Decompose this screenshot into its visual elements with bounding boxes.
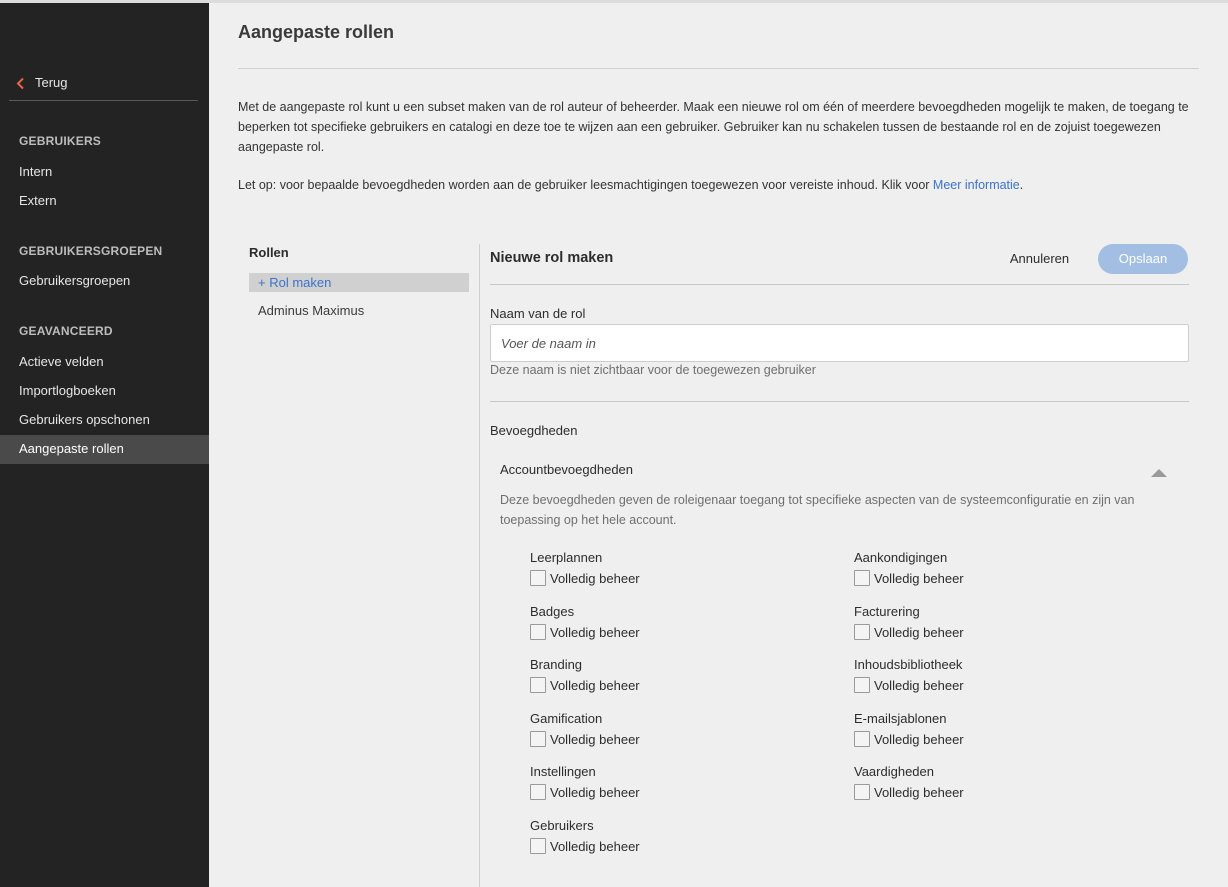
page-title: Aangepaste rollen	[238, 22, 395, 42]
checkbox[interactable]	[854, 570, 870, 586]
permission-category: Facturering	[854, 604, 920, 619]
full-control-checkbox-row[interactable]: Volledig beheer	[530, 675, 830, 695]
full-control-checkbox-row[interactable]: Volledig beheer	[854, 568, 1154, 588]
create-role-item[interactable]: + Rol maken	[249, 273, 469, 292]
sidebar-item-cleanup-users[interactable]: Gebruikers opschonen	[0, 406, 209, 435]
role-name-input[interactable]	[490, 324, 1189, 362]
back-link[interactable]: Terug	[9, 75, 198, 101]
permission-aankondigingen: Aankondigingen Volledig beheer	[854, 549, 1154, 588]
checkbox-label: Volledig beheer	[550, 838, 640, 854]
permission-category: Gamification	[530, 711, 603, 726]
sidebar-item-import-logs[interactable]: Importlogboeken	[0, 377, 209, 406]
checkbox-label: Volledig beheer	[874, 570, 964, 586]
role-item-adminus-maximus[interactable]: Adminus Maximus	[258, 303, 364, 318]
checkbox-label: Volledig beheer	[874, 624, 964, 640]
permission-inhoudsbibliotheek: Inhoudsbibliotheek Volledig beheer	[854, 656, 1154, 695]
title-divider	[238, 68, 1199, 69]
permission-category: Vaardigheden	[854, 764, 934, 779]
permission-facturering: Facturering Volledig beheer	[854, 603, 1154, 642]
collapse-up-icon[interactable]	[1150, 466, 1168, 477]
checkbox[interactable]	[530, 838, 546, 854]
checkbox-label: Volledig beheer	[550, 731, 640, 747]
permission-category: Branding	[530, 657, 583, 672]
section-title-users: GEBRUIKERS	[19, 134, 102, 148]
checkbox-label: Volledig beheer	[874, 677, 964, 693]
permission-vaardigheden: Vaardigheden Volledig beheer	[854, 763, 1154, 802]
permission-branding: Branding Volledig beheer	[530, 656, 830, 695]
full-control-checkbox-row[interactable]: Volledig beheer	[854, 675, 1154, 695]
section-title-advanced: GEAVANCEERD	[19, 324, 113, 338]
save-button[interactable]: Opslaan	[1098, 244, 1188, 274]
form-header-divider	[490, 284, 1189, 285]
sidebar-item-custom-roles[interactable]: Aangepaste rollen	[0, 435, 209, 464]
permission-category: Gebruikers	[530, 818, 594, 833]
full-control-checkbox-row[interactable]: Volledig beheer	[854, 622, 1154, 642]
permission-category: E-mailsjablonen	[854, 711, 947, 726]
role-name-helper: Deze naam is niet zichtbaar voor de toeg…	[490, 363, 816, 377]
chevron-left-icon	[9, 75, 31, 90]
section-title-usergroups: GEBRUIKERSGROEPEN	[19, 244, 163, 258]
checkbox[interactable]	[854, 784, 870, 800]
account-permissions-title: Accountbevoegdheden	[500, 462, 634, 477]
back-label: Terug	[35, 75, 68, 90]
form-title: Nieuwe rol maken	[490, 250, 614, 266]
more-info-link[interactable]: Meer informatie	[933, 178, 1020, 192]
permission-gebruikers: Gebruikers Volledig beheer	[530, 817, 830, 856]
full-control-checkbox-row[interactable]: Volledig beheer	[530, 782, 830, 802]
note-prefix: Let op: voor bepaalde bevoegdheden worde…	[238, 178, 933, 192]
sidebar-item-usergroups[interactable]: Gebruikersgroepen	[0, 267, 209, 296]
checkbox-label: Volledig beheer	[874, 731, 964, 747]
sidebar-item-active-fields[interactable]: Actieve velden	[0, 348, 209, 377]
checkbox[interactable]	[854, 677, 870, 693]
permission-badges: Badges Volledig beheer	[530, 603, 830, 642]
checkbox[interactable]	[530, 731, 546, 747]
checkbox[interactable]	[530, 784, 546, 800]
checkbox-label: Volledig beheer	[550, 624, 640, 640]
checkbox[interactable]	[854, 624, 870, 640]
full-control-checkbox-row[interactable]: Volledig beheer	[530, 729, 830, 749]
sidebar-item-intern[interactable]: Intern	[0, 158, 209, 187]
sidebar: Terug GEBRUIKERS Intern Extern GEBRUIKER…	[0, 3, 209, 887]
role-name-label: Naam van de rol	[490, 306, 586, 321]
full-control-checkbox-row[interactable]: Volledig beheer	[854, 782, 1154, 802]
checkbox[interactable]	[530, 624, 546, 640]
checkbox[interactable]	[530, 570, 546, 586]
permission-leerplannen: Leerplannen Volledig beheer	[530, 549, 830, 588]
permission-instellingen: Instellingen Volledig beheer	[530, 763, 830, 802]
checkbox[interactable]	[854, 731, 870, 747]
permission-category: Leerplannen	[530, 550, 603, 565]
vertical-divider	[479, 244, 480, 887]
checkbox-label: Volledig beheer	[550, 784, 640, 800]
full-control-checkbox-row[interactable]: Volledig beheer	[530, 622, 830, 642]
intro-text: Met de aangepaste rol kunt u een subset …	[238, 100, 1189, 154]
note-text: Let op: voor bepaalde bevoegdheden worde…	[238, 175, 1200, 195]
sidebar-item-extern[interactable]: Extern	[0, 187, 209, 216]
roles-heading: Rollen	[249, 245, 289, 260]
account-permissions-description: Deze bevoegdheden geven de roleigenaar t…	[500, 493, 1135, 527]
permission-category: Instellingen	[530, 764, 596, 779]
permission-category: Inhoudsbibliotheek	[854, 657, 963, 672]
note-suffix: .	[1019, 178, 1024, 192]
permission-e-mailsjablonen: E-mailsjablonen Volledig beheer	[854, 710, 1154, 749]
checkbox-label: Volledig beheer	[550, 570, 640, 586]
permission-gamification: Gamification Volledig beheer	[530, 710, 830, 749]
checkbox-label: Volledig beheer	[874, 784, 964, 800]
full-control-checkbox-row[interactable]: Volledig beheer	[530, 568, 830, 588]
cancel-button[interactable]: Annuleren	[1000, 249, 1079, 269]
permission-category: Aankondigingen	[854, 550, 948, 565]
checkbox[interactable]	[530, 677, 546, 693]
full-control-checkbox-row[interactable]: Volledig beheer	[530, 836, 830, 856]
checkbox-label: Volledig beheer	[550, 677, 640, 693]
permission-category: Badges	[530, 604, 575, 619]
full-control-checkbox-row[interactable]: Volledig beheer	[854, 729, 1154, 749]
permissions-heading: Bevoegdheden	[490, 423, 578, 438]
form-section-divider	[490, 401, 1189, 402]
